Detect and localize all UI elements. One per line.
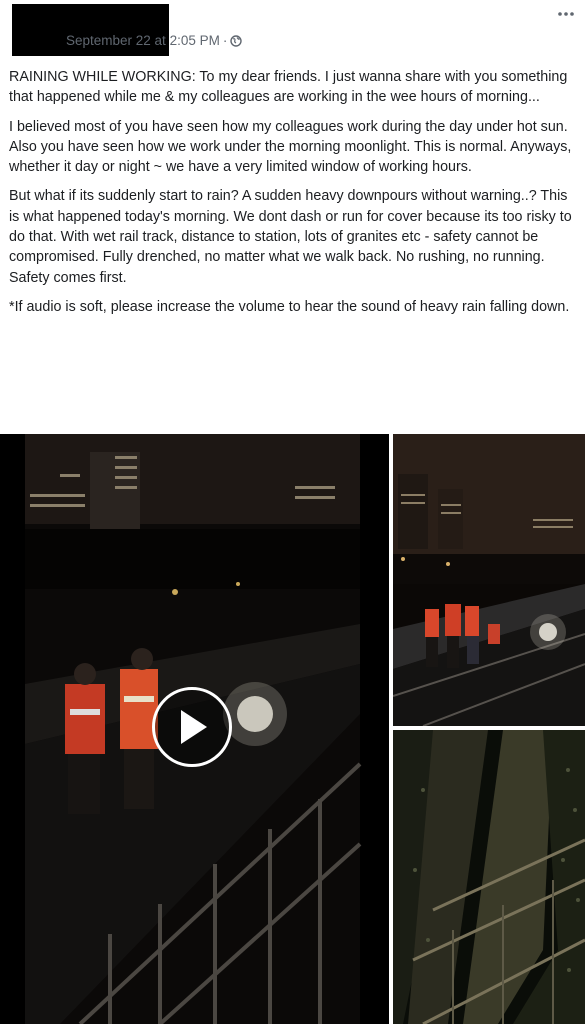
rail-closeup-photo[interactable] [393, 730, 585, 1024]
post-paragraph: But what if its suddenly start to rain? … [9, 188, 572, 286]
post-timestamp[interactable]: September 22 at 2:05 PM [66, 33, 220, 48]
more-options-icon[interactable] [557, 8, 575, 17]
post-text: RAINING WHILE WORKING: To my dear friend… [9, 67, 577, 326]
play-icon[interactable] [152, 687, 232, 767]
meta-separator: · [222, 33, 228, 48]
globe-icon[interactable] [230, 34, 243, 47]
night-rail-track-photo[interactable] [393, 434, 585, 726]
post-paragraph: RAINING WHILE WORKING: To my dear friend… [9, 69, 568, 106]
redacted-author [12, 4, 169, 56]
post-paragraph: *If audio is soft, please increase the v… [9, 298, 570, 315]
post-meta: September 22 at 2:05 PM · [66, 33, 243, 48]
post-paragraph: I believed most of you have seen how my … [9, 118, 572, 176]
